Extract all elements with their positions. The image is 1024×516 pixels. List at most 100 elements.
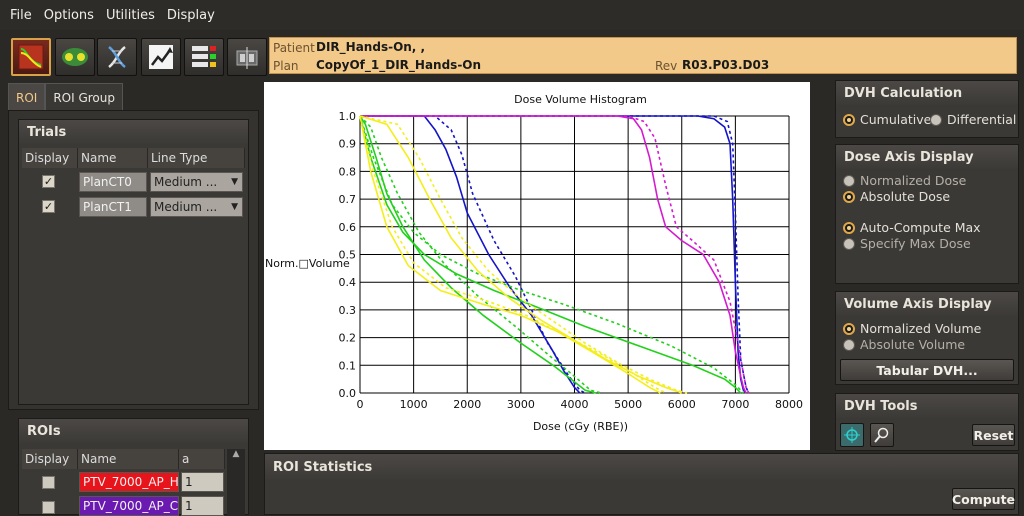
- dna-icon: [108, 46, 126, 68]
- trial-name: PlanCT1: [79, 197, 147, 217]
- y-tick-label: 0.0: [339, 387, 357, 400]
- rois-header-a: a: [179, 449, 225, 469]
- x-tick-label: 2000: [453, 398, 481, 411]
- compute-button[interactable]: Compute: [952, 488, 1015, 510]
- dna-tool-button[interactable]: [97, 38, 137, 76]
- y-tick-label: 0.1: [339, 359, 357, 372]
- chevron-down-icon: ▼: [231, 202, 238, 212]
- toolbar: [0, 30, 268, 80]
- menu-options[interactable]: Options: [38, 8, 100, 23]
- trial-name: PlanCT0: [79, 172, 147, 192]
- menu-utilities[interactable]: Utilities: [100, 8, 161, 23]
- y-tick-label: 1.0: [339, 110, 357, 123]
- trial-linetype-value: Medium ...: [154, 200, 218, 214]
- volume-axis-panel: Volume Axis Display Normalized Volume Ab…: [835, 291, 1019, 385]
- magnifier-icon: [874, 427, 889, 443]
- dvh-icon: [18, 44, 44, 70]
- plan-label: Plan: [273, 59, 299, 73]
- roi-name: PTV_7000_AP_HS7(: [79, 472, 179, 492]
- roi-display-checkbox[interactable]: [42, 501, 55, 514]
- x-tick-label: 5000: [614, 398, 642, 411]
- y-tick-label: 0.7: [339, 193, 357, 206]
- roi-name: PTV_7000_AP_CS7(: [79, 496, 179, 516]
- radio-auto-compute-max[interactable]: Auto-Compute Max: [843, 220, 981, 235]
- trial-linetype-value: Medium ...: [154, 175, 218, 189]
- x-tick-label: 6000: [668, 398, 696, 411]
- x-tick-label: 1000: [400, 398, 428, 411]
- trial-display-checkbox[interactable]: ✓: [42, 200, 55, 213]
- tab-roi[interactable]: ROI: [8, 83, 46, 111]
- dvh-chart: 0 1000 2000 3000 4000 5000 6000 7000 8000 0.0 0.1 0…: [265, 93, 803, 433]
- menu-display[interactable]: Display: [161, 8, 221, 23]
- radio-differential-label: Differential: [947, 112, 1017, 127]
- dvh-chart-area: 0 1000 2000 3000 4000 5000 6000 7000 8000 0.0 0.1 0…: [264, 82, 810, 450]
- radio-differential[interactable]: Differential: [930, 112, 1016, 127]
- trial-display-checkbox[interactable]: ✓: [42, 175, 55, 188]
- trials-panel: Trials Display Name Line Type ✓ PlanCT0 …: [18, 119, 249, 405]
- dvh-tools-title: DVH Tools: [836, 394, 1018, 418]
- radio-absolute-volume[interactable]: Absolute Volume: [843, 337, 965, 352]
- radio-absolute-dose-label: Absolute Dose: [860, 189, 951, 204]
- roi-value[interactable]: 1: [181, 472, 224, 492]
- y-tick-label: 0.3: [339, 304, 357, 317]
- radio-auto-compute-label: Auto-Compute Max: [860, 220, 981, 235]
- trend-tool-button[interactable]: [141, 38, 181, 76]
- y-tick-label: 0.8: [339, 165, 357, 178]
- radio-unselected-icon: [843, 174, 855, 187]
- x-tick-label: 3000: [507, 398, 535, 411]
- trials-header-name: Name: [78, 148, 148, 168]
- x-tick-label: 4000: [561, 398, 589, 411]
- chart-title: Dose Volume Histogram: [514, 93, 647, 106]
- patient-info-bar: Patient DIR_Hands-On, , Plan CopyOf_1_DI…: [269, 37, 1017, 74]
- plan-value: CopyOf_1_DIR_Hands-On: [316, 58, 482, 72]
- dvh-tool-button[interactable]: [11, 38, 51, 76]
- x-tick-label: 8000: [775, 398, 803, 411]
- roi-value[interactable]: 1: [181, 496, 224, 516]
- radio-cumulative[interactable]: Cumulative: [843, 112, 931, 127]
- radio-specify-max-label: Specify Max Dose: [860, 236, 971, 251]
- menu-file[interactable]: File: [4, 8, 38, 23]
- list-tool-button[interactable]: [184, 38, 224, 76]
- reset-button[interactable]: Reset: [972, 424, 1015, 446]
- patient-value: DIR_Hands-On, ,: [316, 40, 426, 54]
- radio-normalized-dose-label: Normalized Dose: [860, 173, 967, 188]
- rois-panel: ROIs Display Name a ▲ PTV_7000_AP_HS7( 1…: [18, 418, 249, 516]
- y-tick-label: 0.4: [339, 276, 357, 289]
- trial-linetype-select[interactable]: Medium ... ▼: [150, 197, 243, 217]
- roi-statistics-title: ROI Statistics: [265, 454, 1018, 480]
- x-axis-label: Dose (cGy (RBE)): [533, 420, 628, 433]
- dvh-calculation-panel: DVH Calculation Cumulative Differential: [835, 80, 1019, 138]
- rois-header-display: Display: [22, 449, 78, 469]
- x-tick-label: 7000: [721, 398, 749, 411]
- menu-bar: File Options Utilities Display: [0, 0, 1024, 30]
- roi-statistics-panel: ROI Statistics Compute: [264, 453, 1019, 515]
- trials-header-linetype: Line Type: [148, 148, 245, 168]
- dvh-calculation-title: DVH Calculation: [836, 81, 1018, 105]
- dose-axis-title: Dose Axis Display: [836, 145, 1018, 169]
- radio-selected-icon: [843, 221, 855, 234]
- chevron-down-icon: ▼: [231, 177, 238, 187]
- y-tick-label: 0.6: [339, 221, 357, 234]
- radio-specify-max-dose[interactable]: Specify Max Dose: [843, 236, 971, 251]
- zoom-tool-button[interactable]: [870, 423, 894, 447]
- crosshair-icon: [844, 427, 860, 443]
- tab-roi-group[interactable]: ROI Group: [45, 83, 123, 111]
- y-tick-label: 0.2: [339, 332, 357, 345]
- beams-tool-button[interactable]: [227, 38, 267, 76]
- rois-scrollbar[interactable]: ▲: [227, 449, 245, 516]
- radio-selected-icon: [843, 113, 855, 126]
- trial-linetype-select[interactable]: Medium ... ▼: [150, 172, 243, 192]
- trials-header-display: Display: [22, 148, 78, 168]
- scroll-up-icon[interactable]: ▲: [227, 449, 245, 459]
- crosshair-tool-button[interactable]: [840, 423, 864, 447]
- patient-label: Patient: [273, 41, 315, 55]
- list-icon: [192, 46, 216, 67]
- roi-display-checkbox[interactable]: [42, 476, 55, 489]
- roi-tabs: ROI ROI Group: [8, 83, 123, 111]
- tabular-dvh-button[interactable]: Tabular DVH...: [840, 359, 1014, 381]
- contours-tool-button[interactable]: [55, 38, 95, 76]
- radio-absolute-dose[interactable]: Absolute Dose: [843, 189, 950, 204]
- radio-normalized-volume[interactable]: Normalized Volume: [843, 321, 981, 336]
- y-tick-label: 0.9: [339, 138, 357, 151]
- radio-normalized-dose[interactable]: Normalized Dose: [843, 173, 966, 188]
